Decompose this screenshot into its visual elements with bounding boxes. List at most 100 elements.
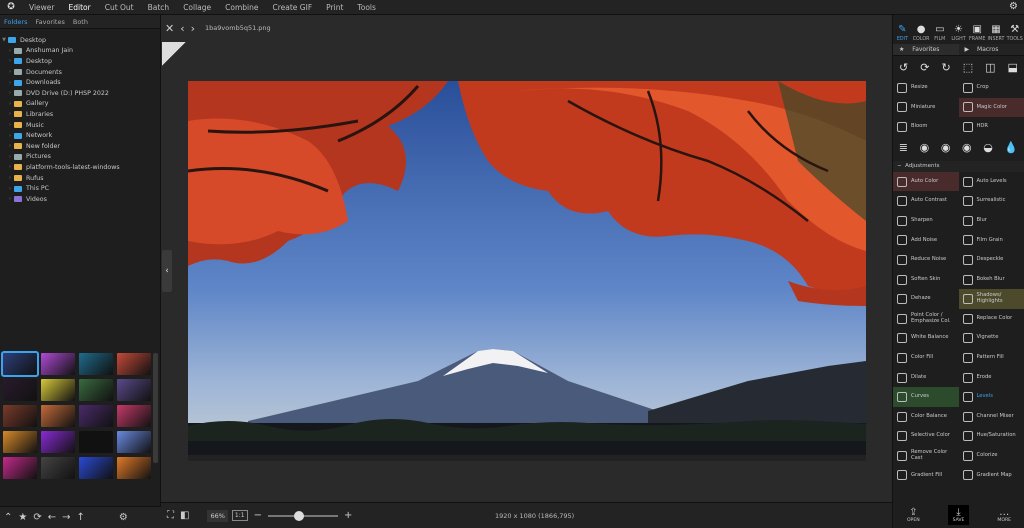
rotate-right-icon[interactable]: ↻ (941, 61, 950, 74)
tool-tab-frame[interactable]: ▣ FRAME (968, 24, 987, 42)
straighten-icon[interactable]: ⬚ (963, 61, 973, 74)
tool-soften-skin[interactable]: Soften Skin (893, 270, 959, 290)
tree-item[interactable]: › This PC (0, 183, 160, 194)
image-thumbnail[interactable] (79, 379, 113, 401)
tool-crop[interactable]: Crop (959, 78, 1024, 98)
flip-horizontal-icon[interactable]: ◫ (985, 61, 995, 74)
tool-color-fill[interactable]: Color Fill (893, 348, 959, 368)
zoom-slider[interactable] (267, 510, 338, 521)
tree-item[interactable]: › platform-tools-latest-windows (0, 162, 160, 173)
image-thumbnail[interactable] (79, 353, 113, 375)
tool-sharpen[interactable]: Sharpen (893, 211, 959, 231)
previous-image-icon[interactable]: ‹ (180, 22, 184, 35)
expand-arrow-icon[interactable]: › (6, 122, 14, 128)
image-thumbnail[interactable] (41, 405, 75, 427)
tool-levels[interactable]: Levels (959, 387, 1024, 407)
expand-arrow-icon[interactable]: › (6, 196, 14, 202)
tool-channel-mixer[interactable]: Channel Mixer (959, 407, 1024, 427)
tree-item[interactable]: › Videos (0, 194, 160, 205)
expand-arrow-icon[interactable]: › (6, 143, 14, 149)
tree-item[interactable]: › Documents (0, 67, 160, 78)
forward-arrow-icon[interactable]: → (62, 512, 70, 523)
tree-item[interactable]: ▼ Desktop (0, 35, 160, 46)
tab-macros[interactable]: ▶ Macros (959, 44, 1024, 55)
zoom-in-icon[interactable]: + (344, 510, 352, 521)
expand-arrow-icon[interactable]: › (6, 69, 14, 75)
tree-item[interactable]: › DVD Drive (D:) PHSP 2022 (0, 88, 160, 99)
next-image-icon[interactable]: › (191, 22, 195, 35)
expand-arrow-icon[interactable]: › (6, 101, 14, 107)
tree-item[interactable]: › New folder (0, 141, 160, 152)
image-thumbnail[interactable] (3, 457, 37, 479)
tool-white-balance[interactable]: White Balance (893, 329, 959, 349)
image-thumbnail[interactable] (117, 379, 151, 401)
image-thumbnail[interactable] (79, 431, 113, 453)
star-icon[interactable]: ★ (18, 512, 27, 523)
thumbnail-scrollbar[interactable] (153, 353, 158, 463)
menu-item-create-gif[interactable]: Create GIF (266, 0, 320, 15)
tree-item[interactable]: › Pictures (0, 152, 160, 163)
image-thumbnail[interactable] (117, 457, 151, 479)
image-thumbnail[interactable] (41, 457, 75, 479)
tool-tab-light[interactable]: ☀ LIGHT (949, 24, 968, 42)
image-thumbnail[interactable] (117, 405, 151, 427)
tool-blur[interactable]: Blur (959, 211, 1024, 231)
menu-item-cut-out[interactable]: Cut Out (98, 0, 141, 15)
expand-arrow-icon[interactable]: › (6, 133, 14, 139)
settings-gear-icon[interactable]: ⚙ (119, 512, 128, 523)
drop-icon[interactable]: 💧 (1004, 141, 1018, 154)
tool-bloom[interactable]: Bloom (893, 117, 959, 137)
tree-item[interactable]: › Gallery (0, 99, 160, 110)
tool-magic-color[interactable]: Magic Color (958, 97, 1024, 118)
menu-item-print[interactable]: Print (319, 0, 350, 15)
tool-add-noise[interactable]: Add Noise (893, 231, 959, 251)
tree-item[interactable]: › Network (0, 130, 160, 141)
tool-selective-color[interactable]: Selective Color (893, 427, 959, 447)
tree-item[interactable]: › Music (0, 120, 160, 131)
tree-item[interactable]: › Rufus (0, 173, 160, 184)
menu-item-editor[interactable]: Editor (62, 0, 98, 15)
zoom-slider-knob[interactable] (293, 510, 304, 521)
menu-item-collage[interactable]: Collage (176, 0, 218, 15)
rotate-icon[interactable]: ⟳ (920, 61, 929, 74)
half-circle-icon[interactable]: ◒ (983, 141, 993, 154)
tool-curves[interactable]: Curves (893, 387, 959, 407)
tree-item[interactable]: › Libraries (0, 109, 160, 120)
image-thumbnail[interactable] (3, 379, 37, 401)
up-arrow-icon[interactable]: ↑ (77, 512, 85, 523)
close-icon[interactable]: ✕ (165, 22, 174, 35)
adjustments-header[interactable]: − Adjustments (893, 160, 1024, 172)
tool-miniature[interactable]: Miniature (893, 98, 959, 118)
expand-arrow-icon[interactable]: › (6, 154, 14, 160)
tool-colorize[interactable]: Colorize (959, 446, 1024, 466)
image-thumbnail[interactable] (3, 405, 37, 427)
tool-bokeh-blur[interactable]: Bokeh Blur (959, 270, 1024, 290)
tool-shadows-highlights[interactable]: Shadows/ Highlights (958, 289, 1024, 309)
split-view-icon[interactable]: ◧ (180, 510, 189, 521)
style-circle-1-icon[interactable]: ◉ (920, 141, 930, 154)
back-arrow-icon[interactable]: ← (48, 512, 56, 523)
tool-auto-levels[interactable]: Auto Levels (959, 172, 1024, 192)
expand-icon[interactable]: ⌃ (4, 512, 12, 523)
tool-erode[interactable]: Erode (959, 368, 1024, 388)
list-icon[interactable]: ≣ (899, 141, 908, 154)
menu-item-viewer[interactable]: Viewer (22, 0, 62, 15)
tool-hue-saturation[interactable]: Hue/Saturation (959, 427, 1024, 447)
style-circle-2-icon[interactable]: ◉ (941, 141, 951, 154)
tab-favorites[interactable]: ★ Favorites (893, 44, 959, 55)
tool-color-balance[interactable]: Color Balance (893, 407, 959, 427)
image-thumbnail[interactable] (79, 457, 113, 479)
zoom-out-icon[interactable]: − (254, 510, 262, 521)
expand-arrow-icon[interactable]: › (6, 186, 14, 192)
expand-arrow-icon[interactable]: › (6, 111, 14, 117)
image-thumbnail[interactable] (41, 379, 75, 401)
tool-vignette[interactable]: Vignette (959, 329, 1024, 349)
tab-both[interactable]: Both (69, 15, 92, 28)
open-button[interactable]: ⇪ OPEN (907, 507, 920, 523)
tool-dehaze[interactable]: Dehaze (893, 289, 959, 309)
gear-icon[interactable]: ⚙ (1009, 1, 1018, 12)
tool-remove-color-cast[interactable]: Remove Color Cast (893, 446, 959, 466)
image-thumbnail[interactable] (41, 353, 75, 375)
expand-arrow-icon[interactable]: › (6, 58, 14, 64)
tool-auto-contrast[interactable]: Auto Contrast (893, 191, 959, 211)
